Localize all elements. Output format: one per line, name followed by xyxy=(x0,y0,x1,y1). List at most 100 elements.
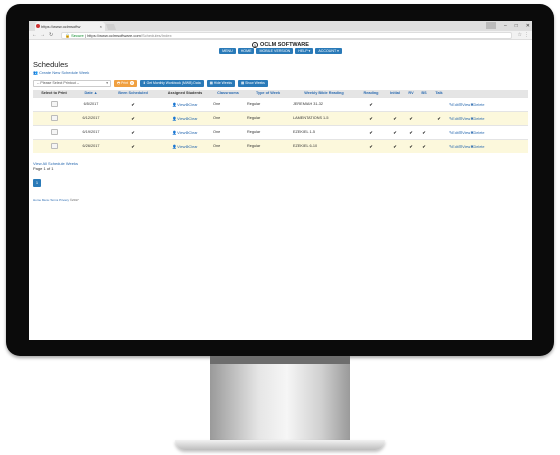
schedules-table: Select to Print Date ▲ Been Scheduled As… xyxy=(33,90,528,153)
profile-icon[interactable] xyxy=(485,22,496,29)
tab-title: https://www.oclmsoftw xyxy=(41,24,81,29)
been-scheduled-check: ✔ xyxy=(107,96,159,111)
reading-check: ✔ xyxy=(357,138,385,153)
col-talk[interactable]: Talk xyxy=(431,90,447,97)
classrooms-cell: One xyxy=(211,138,245,153)
reading-check: ✔ xyxy=(357,110,385,125)
rv-check xyxy=(405,96,417,111)
clear-students-link[interactable]: ⊗Clear xyxy=(185,145,197,149)
calendar-icon: ▦ xyxy=(240,80,245,85)
footer-links[interactable]: Home Menu Terms Privacy xyxy=(33,198,69,202)
monitor-stand-shadow xyxy=(210,356,350,364)
table-row: 6/26/2017 ✔ 👤View⊗Clear One Regular EZEKIEL 6… xyxy=(33,138,528,153)
monitor-stand-base xyxy=(175,440,385,450)
tab-close-button[interactable]: × xyxy=(100,22,102,31)
actions-cell: ✎Edit☰View✖Delete xyxy=(447,124,528,139)
view-students-link[interactable]: 👤View xyxy=(172,131,185,135)
bible-reading-cell: LAMENTATIONS 1-5 xyxy=(291,110,357,125)
view-students-link[interactable]: 👤View xyxy=(172,117,185,121)
hide-weeks-button[interactable]: ▦ Hide Weeks xyxy=(206,79,235,87)
rv-check: ✔ xyxy=(405,124,417,139)
window-controls: – □ ✕ xyxy=(485,21,530,31)
bs-check xyxy=(417,96,431,111)
edit-link[interactable]: ✎Edit xyxy=(449,131,459,135)
delete-link[interactable]: ✖Delete xyxy=(470,131,484,135)
col-actions xyxy=(447,90,528,97)
view-link[interactable]: ☰View xyxy=(459,131,471,135)
print-icon: 🖶 xyxy=(117,80,121,85)
col-classrooms[interactable]: Classrooms xyxy=(211,90,245,97)
edit-link[interactable]: ✎Edit xyxy=(449,145,459,149)
page-1-button[interactable]: 1 xyxy=(33,179,41,187)
clear-students-link[interactable]: ⊗Clear xyxy=(185,103,197,107)
col-date-sort[interactable]: Date ▲ xyxy=(75,90,107,97)
add-users-icon: 👥 xyxy=(33,70,38,75)
top-nav: MENU HOME MOBILE VERSION HELP ▾ ACCOUNT … xyxy=(33,48,528,56)
new-tab-button[interactable] xyxy=(105,24,117,30)
type-of-week-cell: Regular xyxy=(245,138,291,153)
view-link[interactable]: ☰View xyxy=(459,103,471,107)
browser-menu-icon[interactable]: ⋮ xyxy=(524,31,529,40)
nav-mobile-button[interactable]: MOBILE VERSION xyxy=(256,48,294,54)
col-been-scheduled[interactable]: Been Scheduled xyxy=(107,90,159,97)
table-row: 6/12/2017 ✔ 👤View⊗Clear One Regular LAMENTATI… xyxy=(33,110,528,125)
chevron-down-icon: ▾ xyxy=(106,80,108,85)
back-icon[interactable]: ← xyxy=(32,31,37,40)
show-weeks-button[interactable]: ▦ Show Weeks xyxy=(237,79,268,87)
monitor-scene: https://www.oclmsoftw × – □ ✕ ← → ↻ 🔒 Se… xyxy=(0,0,560,455)
create-week-link[interactable]: 👥 Create New Schedule Week xyxy=(33,69,528,76)
logo-mark: 1 xyxy=(252,41,259,48)
delete-link[interactable]: ✖Delete xyxy=(470,145,484,149)
col-weekly-bible-reading[interactable]: Weekly Bible Reading xyxy=(291,90,357,97)
maximize-button[interactable]: □ xyxy=(515,21,518,31)
edit-link[interactable]: ✎Edit xyxy=(449,117,459,121)
delete-link[interactable]: ✖Delete xyxy=(470,103,484,107)
view-link[interactable]: ☰View xyxy=(459,117,471,121)
view-link[interactable]: ☰View xyxy=(459,145,471,149)
clear-students-link[interactable]: ⊗Clear xyxy=(185,117,197,121)
col-reading[interactable]: Reading xyxy=(357,90,385,97)
view-students-link[interactable]: 👤View xyxy=(172,103,185,107)
close-window-button[interactable]: ✕ xyxy=(526,21,530,31)
reading-check: ✔ xyxy=(357,96,385,111)
print-button[interactable]: 🖶 Print 0 xyxy=(114,79,137,87)
select-to-print-checkbox[interactable] xyxy=(50,143,58,150)
view-students-link[interactable]: 👤View xyxy=(172,145,185,149)
nav-home-button[interactable]: HOME xyxy=(237,48,255,54)
toolbar: -- Please Select Printout -- ▾ 🖶 Print 0… xyxy=(33,78,528,88)
col-select-to-print: Select to Print xyxy=(33,90,75,97)
url-input[interactable]: 🔒 Secure | https://www.oclmsoftware.com/… xyxy=(61,32,512,39)
bs-check: ✔ xyxy=(417,138,431,153)
nav-menu-button[interactable]: MENU xyxy=(219,48,236,54)
monitor-stand-neck xyxy=(210,356,350,442)
bookmark-star-icon[interactable]: ☆ xyxy=(518,31,522,40)
select-to-print-checkbox[interactable] xyxy=(50,115,58,121)
clear-students-link[interactable]: ⊗Clear xyxy=(185,131,197,135)
col-rv[interactable]: RV xyxy=(405,90,417,97)
footer: Home Menu Terms Privacy ©2017 xyxy=(33,198,528,202)
actions-cell: ✎Edit☰View✖Delete xyxy=(447,138,528,153)
forward-icon[interactable]: → xyxy=(40,31,45,40)
col-bs[interactable]: BS xyxy=(417,90,431,97)
printout-select[interactable]: -- Please Select Printout -- ▾ xyxy=(33,79,111,87)
talk-check xyxy=(431,96,447,111)
nav-account-button[interactable]: ACCOUNT ▾ xyxy=(315,48,342,54)
tab-bar: https://www.oclmsoftw × – □ ✕ xyxy=(29,21,532,31)
download-icon: ⬇ xyxy=(142,80,146,85)
col-initial[interactable]: Initial xyxy=(385,90,405,97)
col-type-of-week[interactable]: Type of Week xyxy=(245,90,291,97)
minimize-button[interactable]: – xyxy=(504,21,507,31)
select-to-print-checkbox[interactable] xyxy=(50,101,58,107)
bible-reading-cell: EZEKIEL 6-10 xyxy=(291,138,357,153)
select-to-print-checkbox[interactable] xyxy=(50,129,58,135)
assigned-students-cell: 👤View⊗Clear xyxy=(159,138,211,153)
edit-link[interactable]: ✎Edit xyxy=(449,103,459,107)
nav-help-button[interactable]: HELP ▾ xyxy=(295,48,314,54)
table-row: 6/5/2017 ✔ 👤View⊗Clear One Regular JEREMIAH 3… xyxy=(33,96,528,111)
site-logo[interactable]: 1 OCLM SOFTWARE xyxy=(33,40,528,48)
reload-icon[interactable]: ↻ xyxy=(49,31,53,40)
browser-tab[interactable]: https://www.oclmsoftw × xyxy=(35,22,105,31)
print-label: Print xyxy=(121,80,129,85)
delete-link[interactable]: ✖Delete xyxy=(470,117,484,121)
workbook-button[interactable]: ⬇ Get Monthly Workbook (MWB) Data xyxy=(139,79,204,87)
